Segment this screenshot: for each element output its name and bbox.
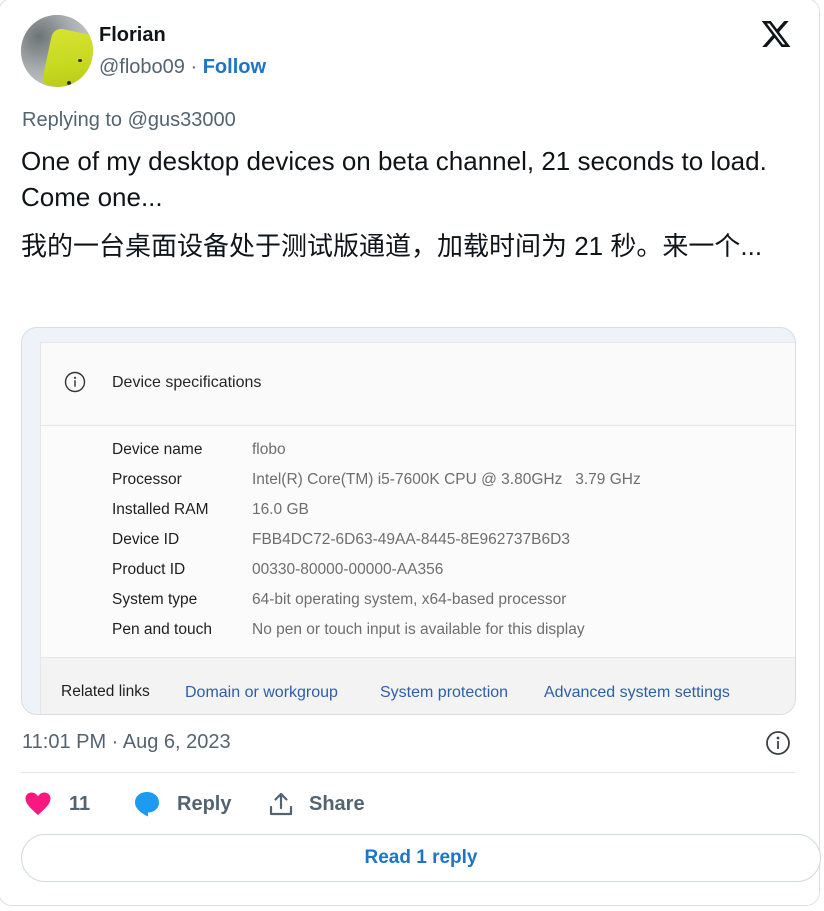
x-logo-icon[interactable]	[759, 18, 793, 50]
spec-section-title: Device specifications	[112, 374, 262, 391]
spec-value: flobo	[252, 441, 286, 458]
tweet-text: One of my desktop devices on beta channe…	[21, 146, 767, 212]
share-label: Share	[309, 792, 365, 815]
tweet-translation: 我的一台桌面设备处于测试版通道，加载时间为 21 秒。来一个...	[21, 231, 763, 261]
spec-label: Device ID	[112, 531, 180, 548]
link-system-protection: System protection	[380, 684, 509, 701]
speech-bubble-icon	[135, 792, 159, 817]
divider	[21, 772, 795, 773]
embedded-screenshot[interactable]: Device specifications Device name flobo …	[21, 327, 796, 715]
separator-dot: ·	[184, 56, 203, 78]
tweet-timestamp[interactable]: 11:01 PM · Aug 6, 2023	[22, 731, 231, 754]
spec-label: Product ID	[112, 561, 186, 578]
likes-count: 11	[69, 792, 91, 815]
reply-button[interactable]: Reply	[133, 786, 231, 822]
spec-label: Installed RAM	[112, 501, 209, 518]
author-handle-row: @flobo09 · Follow	[99, 56, 266, 79]
spec-value: Intel(R) Core(TM) i5-7600K CPU @ 3.80GHz…	[252, 471, 641, 488]
replying-to[interactable]: Replying to @gus33000	[22, 109, 236, 132]
heart-icon	[25, 792, 51, 815]
author-handle[interactable]: @flobo09	[99, 56, 185, 78]
spec-value: 64-bit operating system, x64-based proce…	[252, 591, 567, 608]
avatar-detail	[67, 81, 71, 85]
avatar-detail	[78, 59, 82, 62]
reply-label: Reply	[177, 792, 232, 815]
info-icon	[64, 371, 86, 393]
share-button[interactable]: Share	[268, 786, 365, 822]
related-links-label: Related links	[61, 683, 150, 700]
spec-value: No pen or touch input is available for t…	[252, 621, 585, 638]
like-button[interactable]: 11	[24, 786, 90, 822]
link-advanced-system-settings: Advanced system settings	[544, 684, 730, 701]
share-upload-icon	[269, 792, 293, 816]
read-replies-button[interactable]: Read 1 reply	[21, 834, 821, 882]
info-icon[interactable]	[765, 730, 791, 756]
follow-button[interactable]: Follow	[203, 56, 266, 78]
spec-label: Device name	[112, 441, 203, 458]
avatar[interactable]	[21, 15, 93, 87]
link-domain-or-workgroup: Domain or workgroup	[185, 684, 338, 701]
spec-value: 00330-80000-00000-AA356	[252, 561, 444, 578]
spec-label: Pen and touch	[112, 621, 212, 638]
tweet-actions: 11 Reply Share	[0, 786, 824, 822]
spec-value: FBB4DC72-6D63-49AA-8445-8E962737B6D3	[252, 531, 570, 548]
spec-label: System type	[112, 591, 198, 608]
spec-value: 16.0 GB	[252, 501, 309, 518]
author-display-name[interactable]: Florian	[99, 24, 166, 47]
spec-label: Processor	[112, 471, 182, 488]
